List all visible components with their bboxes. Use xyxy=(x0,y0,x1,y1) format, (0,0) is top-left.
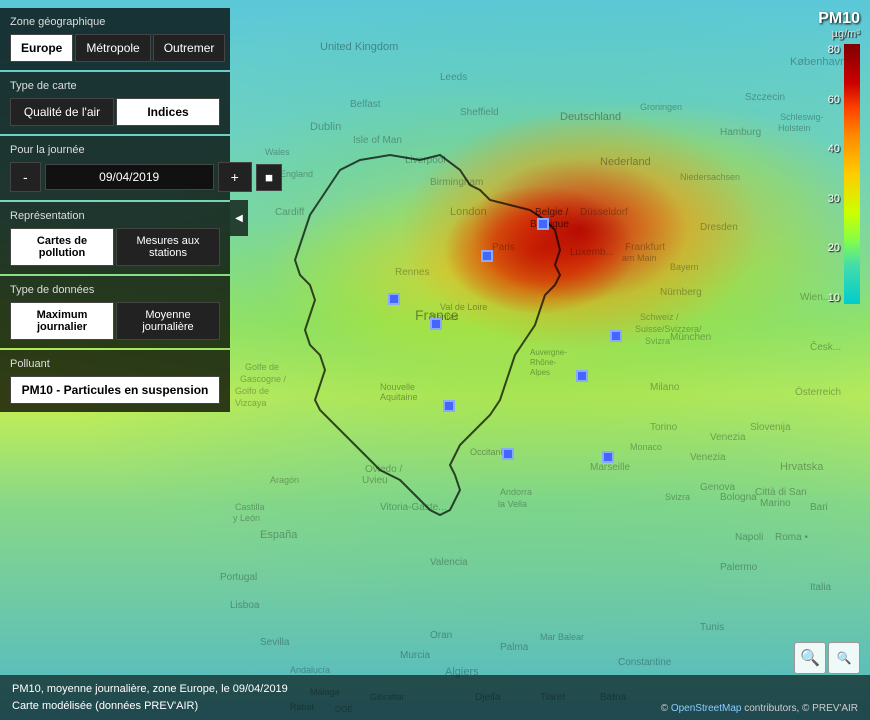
legend-title: PM10 xyxy=(818,10,860,28)
representation-title: Représentation xyxy=(10,210,220,222)
bottom-attribution: © OpenStreetMap contributors, © PREV'AIR xyxy=(661,703,858,714)
zone-metropole-button[interactable]: Métropole xyxy=(75,34,150,62)
date-plus-button[interactable]: + xyxy=(218,162,252,192)
type-indices-button[interactable]: Indices xyxy=(116,98,220,126)
date-minus-button[interactable]: - xyxy=(10,162,41,192)
zone-panel: Zone géographique Europe Métropole Outre… xyxy=(0,8,230,70)
station-marker xyxy=(502,448,514,460)
station-marker xyxy=(481,250,493,262)
zoom-in-button[interactable]: 🔍 xyxy=(794,642,826,674)
legend-gradient xyxy=(844,44,860,304)
station-marker xyxy=(602,451,614,463)
bottom-bar: PM10, moyenne journalière, zone Europe, … xyxy=(0,675,870,720)
polluant-title: Polluant xyxy=(10,358,220,370)
zone-title: Zone géographique xyxy=(10,16,220,28)
date-input[interactable] xyxy=(45,164,214,190)
bottom-text: PM10, moyenne journalière, zone Europe, … xyxy=(12,681,288,714)
type-carte-buttons: Qualité de l'air Indices xyxy=(10,98,220,126)
donnees-moy-button[interactable]: Moyenne journalière xyxy=(116,302,220,340)
type-donnees-title: Type de données xyxy=(10,284,220,296)
representation-buttons: Cartes de pollution Mesures aux stations xyxy=(10,228,220,266)
journee-title: Pour la journée xyxy=(10,144,220,156)
type-qualite-button[interactable]: Qualité de l'air xyxy=(10,98,114,126)
legend-unit: µg/m³ xyxy=(818,28,860,40)
attribution-text: © OpenStreetMap contributors, © PREV'AIR xyxy=(661,703,858,714)
type-carte-title: Type de carte xyxy=(10,80,220,92)
station-marker xyxy=(610,330,622,342)
date-row: - + ■ xyxy=(10,162,220,192)
station-marker xyxy=(443,400,455,412)
polluant-button[interactable]: PM10 - Particules en suspension xyxy=(10,376,220,404)
map-container[interactable]: Belgie / Belgique France Val de Loire No… xyxy=(0,0,870,720)
donnees-max-button[interactable]: Maximum journalier xyxy=(10,302,114,340)
polluant-panel: Polluant PM10 - Particules en suspension xyxy=(0,350,230,412)
rep-stations-button[interactable]: Mesures aux stations xyxy=(116,228,220,266)
station-marker xyxy=(430,318,442,330)
type-donnees-buttons: Maximum journalier Moyenne journalière xyxy=(10,302,220,340)
date-calendar-button[interactable]: ■ xyxy=(256,164,282,191)
representation-panel: Représentation Cartes de pollution Mesur… xyxy=(0,202,230,274)
zone-europe-button[interactable]: Europe xyxy=(10,34,73,62)
station-marker xyxy=(576,370,588,382)
zone-buttons: Europe Métropole Outremer xyxy=(10,34,220,62)
station-marker xyxy=(388,293,400,305)
bottom-line2: Carte modélisée (données PREV'AIR) xyxy=(12,698,288,715)
zoom-out-button[interactable]: 🔍 xyxy=(828,642,860,674)
zoom-controls: 🔍 🔍 xyxy=(794,642,860,674)
journee-panel: Pour la journée - + ■ xyxy=(0,136,230,200)
rep-pollution-button[interactable]: Cartes de pollution xyxy=(10,228,114,266)
bottom-line1: PM10, moyenne journalière, zone Europe, … xyxy=(12,681,288,698)
legend-labels: 80 60 40 30 20 10 xyxy=(828,44,840,304)
sidebar-collapse-button[interactable]: ◀ xyxy=(230,200,248,236)
type-carte-panel: Type de carte Qualité de l'air Indices xyxy=(0,72,230,134)
zone-outremer-button[interactable]: Outremer xyxy=(153,34,226,62)
type-donnees-panel: Type de données Maximum journalier Moyen… xyxy=(0,276,230,348)
station-marker xyxy=(537,218,549,230)
legend: PM10 µg/m³ 80 60 40 30 20 10 xyxy=(818,10,860,304)
